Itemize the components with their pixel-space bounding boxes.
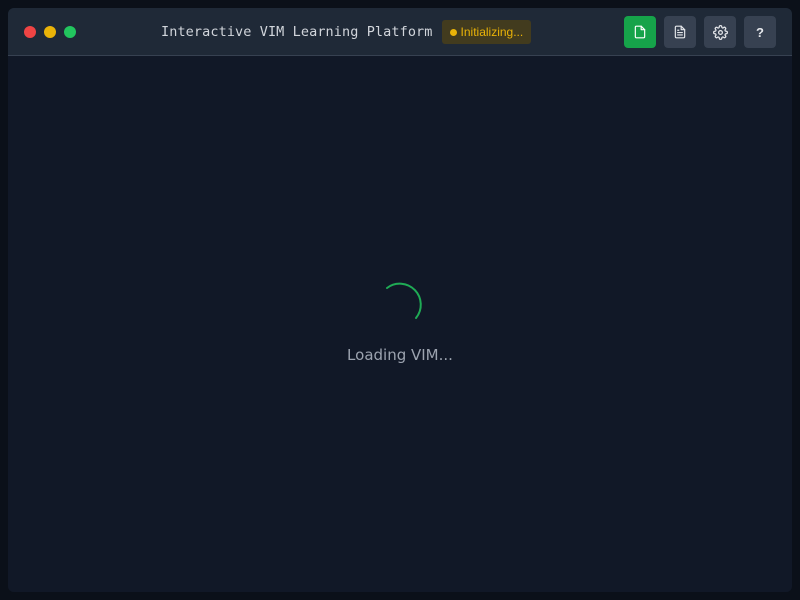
title-group: Interactive VIM Learning Platform Initia… [161, 20, 532, 44]
file-text-icon [674, 25, 686, 39]
status-badge: Initializing... [441, 20, 532, 44]
settings-button[interactable] [704, 16, 736, 48]
main-content: Loading VIM... [8, 56, 792, 592]
new-file-button[interactable] [624, 16, 656, 48]
app-title: Interactive VIM Learning Platform [161, 24, 433, 40]
document-button[interactable] [664, 16, 696, 48]
maximize-window-button[interactable] [64, 26, 76, 38]
help-button[interactable]: ? [744, 16, 776, 48]
status-dot-icon [449, 28, 457, 36]
minimize-window-button[interactable] [44, 26, 56, 38]
loading-text: Loading VIM... [347, 346, 453, 364]
loading-spinner-icon [386, 282, 422, 319]
gear-icon [712, 24, 728, 40]
title-bar: Interactive VIM Learning Platform Initia… [8, 8, 792, 56]
close-window-button[interactable] [24, 26, 36, 38]
status-label: Initializing... [460, 25, 524, 39]
file-icon [634, 25, 646, 39]
app-window: Interactive VIM Learning Platform Initia… [8, 8, 792, 592]
help-icon: ? [756, 24, 764, 40]
